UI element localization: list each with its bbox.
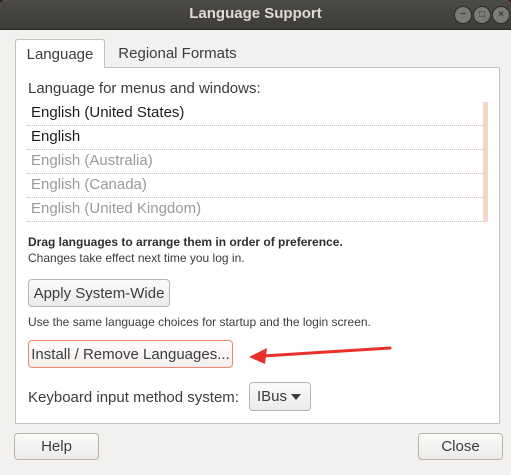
window-title: Language Support xyxy=(189,5,322,22)
changes-note: Changes take effect next time you log in… xyxy=(28,251,245,265)
list-item[interactable]: English (Australia) xyxy=(27,150,483,174)
minimize-icon[interactable]: − xyxy=(454,6,472,24)
keyboard-input-label: Keyboard input method system: xyxy=(28,389,239,406)
list-scrollbar[interactable] xyxy=(483,102,488,222)
drag-instructions: Drag languages to arrange them in order … xyxy=(28,235,343,249)
list-item[interactable]: English (United States) xyxy=(27,102,483,126)
same-choices-note: Use the same language choices for startu… xyxy=(28,315,371,329)
keyboard-input-select[interactable]: IBus xyxy=(249,382,311,411)
close-button[interactable]: Close xyxy=(418,433,503,460)
list-item[interactable]: English (Canada) xyxy=(27,174,483,198)
titlebar: Language Support − □ × xyxy=(0,0,511,30)
tab-regional-formats[interactable]: Regional Formats xyxy=(105,39,250,67)
maximize-icon[interactable]: □ xyxy=(473,6,491,24)
list-item[interactable]: English xyxy=(27,126,483,150)
language-list[interactable]: English (United States) English English … xyxy=(27,102,488,222)
language-list-heading: Language for menus and windows: xyxy=(28,80,261,97)
keyboard-input-value: IBus xyxy=(257,388,288,405)
list-item[interactable]: English (United Kingdom) xyxy=(27,198,483,222)
tab-language[interactable]: Language xyxy=(15,39,105,68)
close-icon[interactable]: × xyxy=(492,6,510,24)
annotation-arrow-icon xyxy=(249,346,392,364)
chevron-down-icon xyxy=(291,394,301,400)
language-support-window: Language Support − □ × Language Regional… xyxy=(0,0,511,475)
apply-system-wide-button[interactable]: Apply System-Wide xyxy=(28,279,170,307)
help-button[interactable]: Help xyxy=(14,433,99,460)
install-remove-languages-button[interactable]: Install / Remove Languages... xyxy=(28,340,233,368)
